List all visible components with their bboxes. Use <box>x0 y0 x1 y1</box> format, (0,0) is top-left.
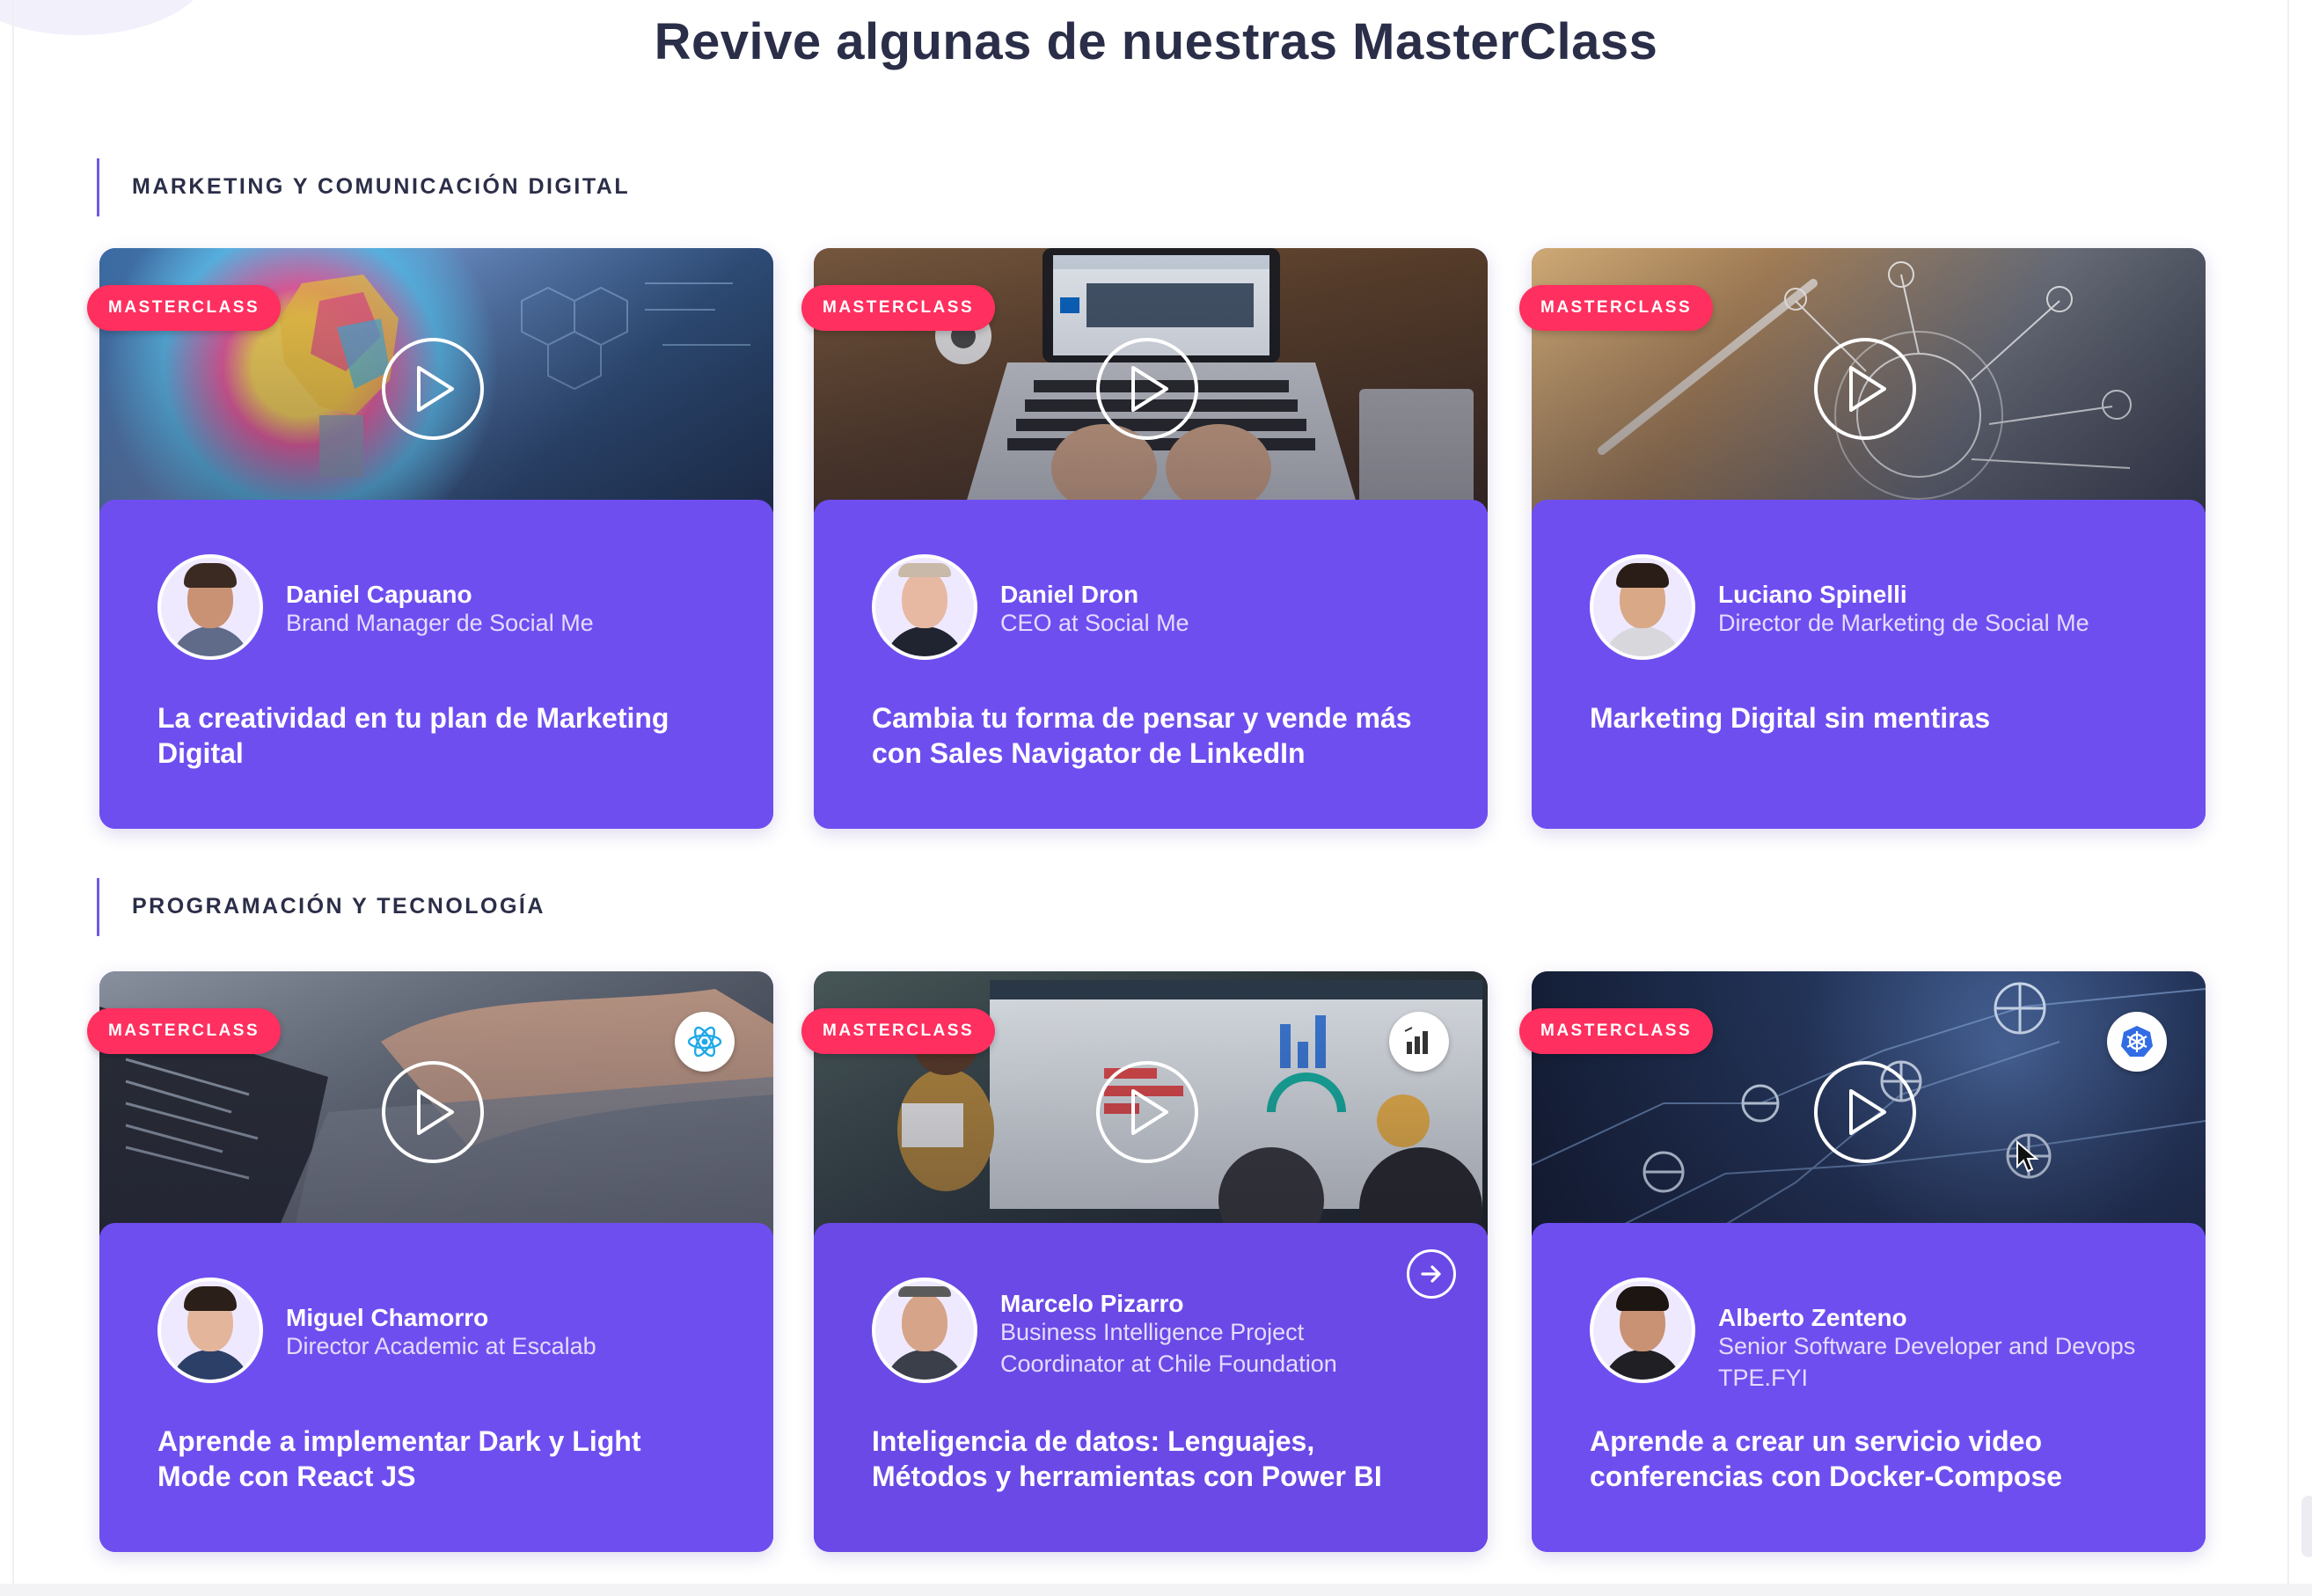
section-header-marketing: MARKETING Y COMUNICACIÓN DIGITAL <box>97 158 889 216</box>
masterclass-badge: MASTERCLASS <box>801 285 996 331</box>
masterclass-badge: MASTERCLASS <box>87 1008 282 1054</box>
speaker-name: Daniel Capuano <box>286 581 472 608</box>
avatar-head <box>902 570 947 628</box>
play-button[interactable] <box>1096 338 1198 440</box>
react-icon <box>675 1012 735 1072</box>
speaker-role: Senior Software Developer and Devops TPE… <box>1718 1333 2136 1391</box>
section-title: MARKETING Y COMUNICACIÓN DIGITAL <box>132 174 631 199</box>
play-button[interactable] <box>1814 338 1916 440</box>
play-icon <box>1131 366 1168 412</box>
play-button[interactable] <box>382 1061 484 1163</box>
card-body: Daniel Capuano Brand Manager de Social M… <box>99 500 773 829</box>
avatar-hair <box>184 1286 237 1311</box>
section-accent-bar <box>97 878 99 936</box>
masterclass-card[interactable]: MASTERCLASS Miguel Chamorro Director Aca… <box>87 971 773 1552</box>
page-left-border <box>12 0 14 1596</box>
avatar-torso <box>1602 1350 1683 1380</box>
kubernetes-icon <box>2107 1012 2167 1072</box>
speaker-name: Miguel Chamorro <box>286 1304 489 1331</box>
section-accent-bar <box>97 158 99 216</box>
masterclass-card[interactable]: MASTERCLASS Alberto Zenteno Senior Softw… <box>1519 971 2206 1552</box>
speaker-name: Luciano Spinelli <box>1718 581 1907 608</box>
masterclass-card[interactable]: MASTERCLASS Marcelo Pizarro Business Int… <box>801 971 1488 1552</box>
avatar <box>1590 554 1695 660</box>
avatar-torso <box>884 1350 965 1380</box>
card-body: Alberto Zenteno Senior Software Develope… <box>1532 1223 2206 1552</box>
avatar-hair <box>898 563 951 577</box>
play-button[interactable] <box>1814 1061 1916 1163</box>
power-bi-icon <box>1389 1012 1449 1072</box>
card-body: Marcelo Pizarro Business Intelligence Pr… <box>814 1223 1488 1552</box>
avatar-hair <box>184 563 237 588</box>
masterclass-badge: MASTERCLASS <box>801 1008 996 1054</box>
card-title[interactable]: Aprende a crear un servicio video confer… <box>1590 1424 2153 1494</box>
section-title: PROGRAMACIÓN Y TECNOLOGÍA <box>132 894 545 919</box>
card-title[interactable]: Cambia tu forma de pensar y vende más co… <box>872 700 1435 771</box>
avatar-torso <box>884 626 965 656</box>
play-icon <box>417 1089 454 1135</box>
speaker-name: Alberto Zenteno <box>1718 1304 1907 1331</box>
avatar <box>157 1278 263 1383</box>
play-button[interactable] <box>382 338 484 440</box>
card-body: Luciano Spinelli Director de Marketing d… <box>1532 500 2206 829</box>
arrow-right-circle-icon[interactable] <box>1407 1249 1456 1299</box>
avatar <box>872 554 977 660</box>
masterclass-badge: MASTERCLASS <box>87 285 282 331</box>
speaker-role: Director de Marketing de Social Me <box>1718 610 2089 636</box>
avatar-torso <box>170 626 251 656</box>
play-icon <box>1849 1089 1886 1135</box>
speaker-name: Daniel Dron <box>1000 581 1139 608</box>
avatar <box>157 554 263 660</box>
avatar-hair <box>1616 1286 1669 1311</box>
masterclass-badge: MASTERCLASS <box>1519 285 1714 331</box>
play-button[interactable] <box>1096 1061 1198 1163</box>
play-icon <box>1131 1089 1168 1135</box>
card-body: Daniel Dron CEO at Social Me Cambia tu f… <box>814 500 1488 829</box>
avatar-head <box>902 1293 947 1351</box>
play-icon <box>417 366 454 412</box>
speaker-name: Marcelo Pizarro <box>1000 1290 1184 1317</box>
page-bottom-band <box>0 1584 2312 1596</box>
masterclass-card[interactable]: MASTERCLASS Daniel Dron CEO at Social Me… <box>801 248 1488 829</box>
card-title[interactable]: Marketing Digital sin mentiras <box>1590 700 2153 736</box>
speaker-role: CEO at Social Me <box>1000 610 1189 636</box>
card-body: Miguel Chamorro Director Academic at Esc… <box>99 1223 773 1552</box>
scrollbar-thumb[interactable] <box>2301 1496 2312 1557</box>
page-title: Revive algunas de nuestras MasterClass <box>654 13 1658 70</box>
section-header-programacion: PROGRAMACIÓN Y TECNOLOGÍA <box>97 878 889 936</box>
speaker-role: Director Academic at Escalab <box>286 1333 596 1359</box>
masterclass-card[interactable]: MASTERCLASS Luciano Spinelli Director de… <box>1519 248 2206 829</box>
page-right-border <box>2287 0 2289 1596</box>
mouse-cursor-icon <box>2016 1140 2039 1173</box>
avatar-torso <box>1602 626 1683 656</box>
masterclass-badge: MASTERCLASS <box>1519 1008 1714 1054</box>
avatar-hair <box>898 1286 951 1297</box>
speaker-role: Business Intelligence Project Coordinato… <box>1000 1319 1337 1377</box>
speaker-role: Brand Manager de Social Me <box>286 610 594 636</box>
avatar <box>1590 1278 1695 1383</box>
masterclass-card[interactable]: MASTERCLASS Daniel Capuano Brand Manager… <box>87 248 773 829</box>
play-icon <box>1849 366 1886 412</box>
card-title[interactable]: Aprende a implementar Dark y Light Mode … <box>157 1424 721 1494</box>
card-title[interactable]: La creatividad en tu plan de Marketing D… <box>157 700 721 771</box>
avatar <box>872 1278 977 1383</box>
avatar-hair <box>1616 563 1669 588</box>
avatar-torso <box>170 1350 251 1380</box>
card-title[interactable]: Inteligencia de datos: Lenguajes, Método… <box>872 1424 1435 1494</box>
